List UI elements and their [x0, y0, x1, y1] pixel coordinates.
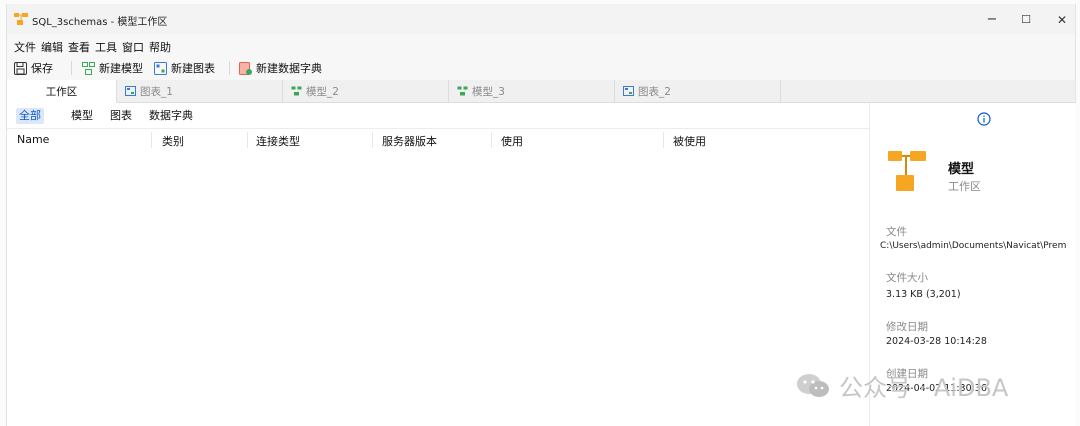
tab-bar: 工作区 图表_1 模型_2 模型_3 图表_2: [7, 80, 1075, 103]
new-dictionary-button[interactable]: 新建数据字典: [239, 59, 322, 77]
tab-workspace-label: 工作区: [45, 85, 78, 98]
save-label: 保存: [31, 62, 53, 75]
new-diagram-label: 新建图表: [171, 62, 215, 75]
info-title: 模型: [948, 162, 975, 177]
column-header-row: Name 类别 连接类型 服务器版本 使用 被使用: [7, 128, 869, 152]
column-divider: [491, 132, 492, 148]
column-server-version[interactable]: 服务器版本: [382, 133, 437, 149]
toolbar: 保存 新建模型 新建图表 新建数据字典: [7, 56, 1075, 80]
new-dictionary-label: 新建数据字典: [256, 62, 322, 75]
new-dictionary-icon: [239, 61, 252, 75]
filter-diagram[interactable]: 图表: [107, 108, 135, 124]
column-connection-type[interactable]: 连接类型: [256, 133, 300, 149]
file-size-label: 文件大小: [886, 272, 928, 284]
menu-view[interactable]: 查看: [68, 39, 90, 55]
new-model-button[interactable]: 新建模型: [82, 59, 143, 77]
modified-date-label: 修改日期: [886, 321, 928, 333]
new-model-icon: [82, 61, 95, 75]
menu-edit[interactable]: 编辑: [41, 39, 63, 55]
watermark-text: 公众号 · AiDBA: [839, 374, 1009, 402]
object-list[interactable]: [7, 151, 869, 426]
diagram-icon: [623, 86, 634, 96]
toolbar-divider: [229, 61, 230, 75]
file-size-value: 3.13 KB (3,201): [886, 289, 961, 300]
column-divider: [663, 132, 664, 148]
close-button[interactable]: ✕: [1047, 9, 1077, 31]
watermark: 公众号 · AiDBA: [795, 368, 1008, 403]
new-diagram-button[interactable]: 新建图表: [154, 59, 215, 77]
column-divider: [247, 132, 248, 148]
tab-diagram-2[interactable]: 图表_2: [615, 80, 781, 102]
model-icon: [291, 86, 302, 96]
column-used-by[interactable]: 被使用: [673, 133, 706, 149]
model-icon: [457, 86, 468, 96]
app-window: SQL_3schemas - 模型工作区 − ☐ ✕ 文件 编辑 查看 工具 窗…: [6, 4, 1076, 426]
filter-all[interactable]: 全部: [16, 108, 44, 124]
file-label: 文件: [886, 226, 907, 238]
minimize-button[interactable]: −: [977, 9, 1007, 31]
file-path: C:\Users\admin\Documents\Navicat\Prem: [880, 241, 1067, 251]
column-uses[interactable]: 使用: [501, 133, 523, 149]
save-icon: [14, 61, 27, 75]
diagram-icon: [125, 86, 136, 96]
tab-model-3-label: 模型_3: [472, 85, 505, 98]
menu-file[interactable]: 文件: [14, 39, 36, 55]
info-icon[interactable]: [977, 112, 991, 126]
maximize-button[interactable]: ☐: [1011, 9, 1041, 31]
menu-window[interactable]: 窗口: [122, 39, 144, 55]
modified-date-value: 2024-03-28 10:14:28: [886, 336, 987, 347]
column-name[interactable]: Name: [17, 133, 49, 146]
info-subtitle: 工作区: [948, 180, 981, 193]
new-diagram-icon: [154, 61, 167, 75]
tab-diagram-1[interactable]: 图表_1: [117, 80, 283, 102]
tab-model-3[interactable]: 模型_3: [449, 80, 615, 102]
tab-workspace[interactable]: 工作区: [7, 80, 117, 103]
menu-bar: 文件 编辑 查看 工具 窗口 帮助: [7, 34, 1075, 56]
new-model-label: 新建模型: [99, 62, 143, 75]
model-large-icon: [888, 151, 926, 191]
save-button[interactable]: 保存: [14, 59, 53, 77]
tab-model-2[interactable]: 模型_2: [283, 80, 449, 102]
filter-dictionary[interactable]: 数据字典: [146, 108, 196, 124]
window-title: SQL_3schemas - 模型工作区: [32, 17, 168, 28]
menu-tools[interactable]: 工具: [95, 39, 117, 55]
filter-model[interactable]: 模型: [68, 108, 96, 124]
toolbar-divider: [71, 61, 72, 75]
column-category[interactable]: 类别: [162, 133, 184, 149]
column-divider: [372, 132, 373, 148]
model-app-icon: [14, 13, 28, 25]
title-bar: SQL_3schemas - 模型工作区 − ☐ ✕: [7, 4, 1075, 34]
wechat-icon: [797, 373, 829, 397]
filter-bar: 全部 模型 图表 数据字典: [7, 103, 869, 128]
tab-model-2-label: 模型_2: [306, 85, 339, 98]
column-divider: [151, 132, 152, 148]
menu-help[interactable]: 帮助: [149, 39, 171, 55]
tab-diagram-1-label: 图表_1: [140, 85, 173, 98]
tab-diagram-2-label: 图表_2: [638, 85, 671, 98]
